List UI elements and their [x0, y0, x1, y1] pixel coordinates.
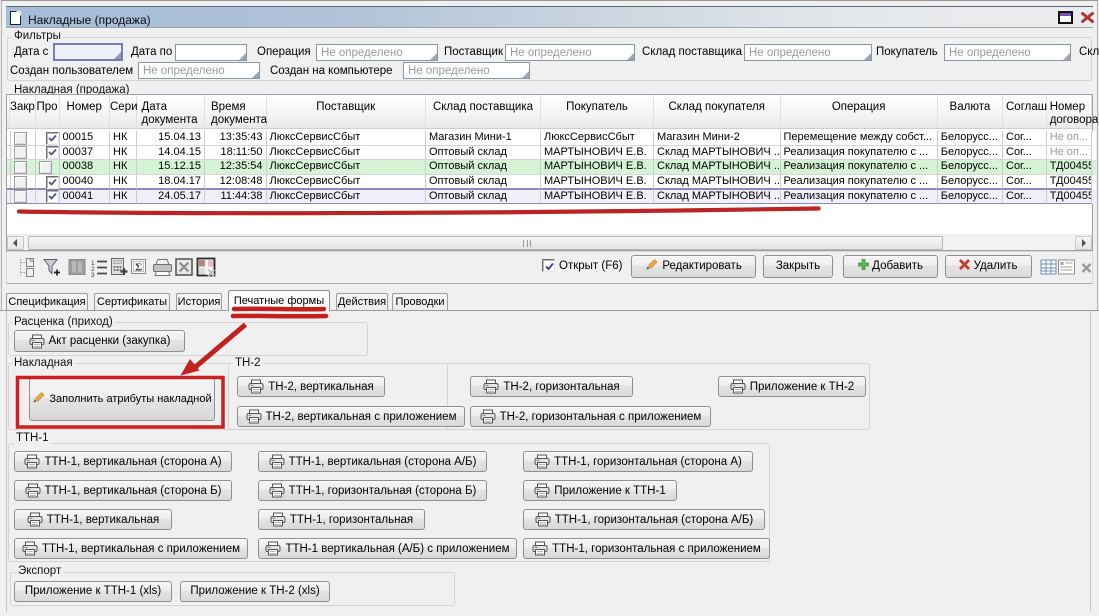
svg-text:3: 3 — [91, 272, 95, 279]
svg-text:Σ: Σ — [135, 262, 142, 274]
